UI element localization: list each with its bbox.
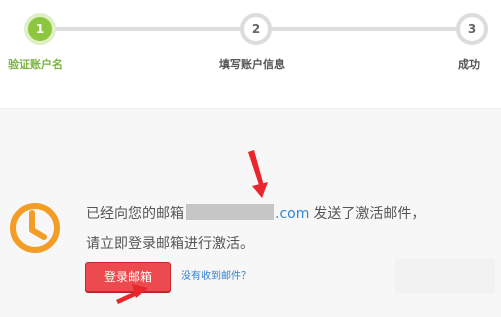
progress-track-2-3 bbox=[272, 27, 456, 31]
progress-track-1-2 bbox=[52, 27, 240, 31]
message-prefix: 已经向您的邮箱 bbox=[86, 206, 184, 222]
step-3-circle: 3 bbox=[456, 13, 488, 45]
login-email-button[interactable]: 登录邮箱 bbox=[85, 262, 171, 292]
blurred-area bbox=[395, 259, 495, 293]
message-suffix: 发送了激活邮件， bbox=[313, 206, 426, 222]
not-received-link[interactable]: 没有收到邮件？ bbox=[181, 267, 251, 282]
step-3-label: 成功 bbox=[458, 58, 480, 71]
step-1-label: 验证账户名 bbox=[8, 58, 63, 71]
activation-panel: 已经向您的邮箱 .com 发送了激活邮件， 请立即登录邮箱进行激活。 登录邮箱 没有… bbox=[0, 108, 501, 317]
progress-steps: 1 2 3 验证账户名 填写账户信息 成功 bbox=[0, 0, 501, 108]
step-1-circle: 1 bbox=[24, 13, 56, 45]
clock-icon bbox=[10, 203, 60, 253]
step-2-circle: 2 bbox=[240, 13, 272, 45]
email-domain: .com bbox=[275, 206, 310, 222]
message-line-1: 已经向您的邮箱 .com 发送了激活邮件， bbox=[86, 203, 425, 223]
step-2-label: 填写账户信息 bbox=[219, 58, 285, 71]
message-line-2: 请立即登录邮箱进行激活。 bbox=[86, 236, 254, 252]
redacted-email bbox=[186, 204, 274, 220]
